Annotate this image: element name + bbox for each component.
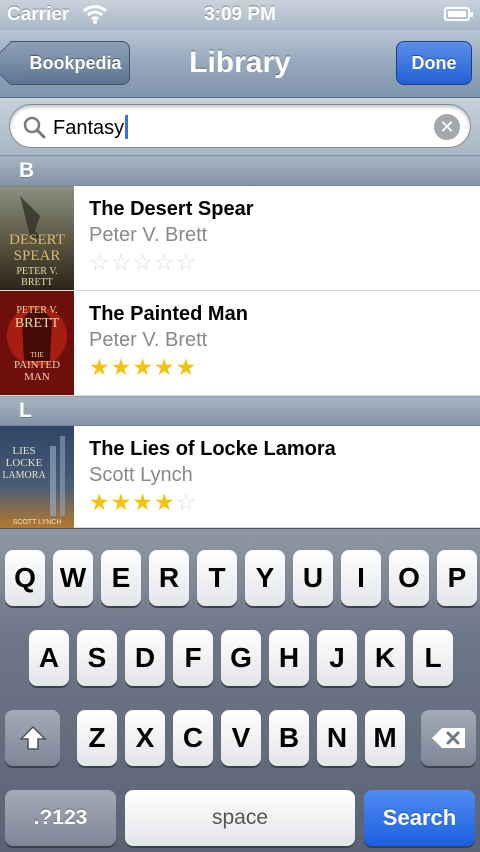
star-filled-icon: ★: [132, 354, 154, 380]
key-f[interactable]: F: [173, 630, 213, 686]
list-item-book[interactable]: DESERT SPEAR PETER V. BRETT The Desert S…: [0, 186, 480, 291]
backspace-icon: [431, 728, 465, 748]
star-filled-icon: ★: [89, 354, 111, 380]
list-item-book[interactable]: LIES LOCKE LAMORA SCOTT LYNCH The Lies o…: [0, 426, 480, 528]
key-n[interactable]: N: [317, 710, 357, 766]
space-key[interactable]: space: [125, 790, 355, 846]
key-d[interactable]: D: [125, 630, 165, 686]
svg-text:PETER V.: PETER V.: [16, 266, 57, 277]
star-empty-icon: ☆: [153, 249, 176, 275]
key-v[interactable]: V: [221, 710, 261, 766]
book-author: Peter V. Brett: [89, 224, 208, 246]
key-h[interactable]: H: [269, 630, 309, 686]
book-title: The Desert Spear: [89, 198, 254, 220]
svg-text:SPEAR: SPEAR: [14, 248, 61, 264]
battery-icon: [444, 7, 473, 21]
key-e[interactable]: E: [101, 550, 141, 606]
svg-text:PETER V.: PETER V.: [16, 305, 57, 316]
key-u[interactable]: U: [293, 550, 333, 606]
key-o[interactable]: O: [389, 550, 429, 606]
shift-key[interactable]: [5, 710, 60, 766]
star-filled-icon: ★: [89, 489, 111, 515]
text-cursor: [125, 115, 129, 139]
key-k[interactable]: K: [365, 630, 405, 686]
clock: 3:09 PM: [204, 4, 276, 25]
numbers-key[interactable]: .?123: [5, 790, 116, 846]
key-w[interactable]: W: [53, 550, 93, 606]
book-cover-image: PETER V. BRETT THE PAINTED MAN: [0, 291, 74, 395]
search-value: Fantasy: [53, 115, 129, 140]
search-bar: Fantasy ✕: [0, 98, 480, 156]
svg-text:BRETT: BRETT: [15, 316, 60, 331]
shift-icon: [18, 725, 47, 750]
star-filled-icon: ★: [110, 489, 133, 515]
book-title: The Lies of Locke Lamora: [89, 438, 336, 460]
star-empty-icon: ☆: [110, 249, 133, 275]
svg-text:BRETT: BRETT: [21, 277, 53, 288]
svg-text:THE: THE: [30, 351, 44, 359]
search-icon: [23, 116, 46, 139]
star-filled-icon: ★: [153, 354, 176, 380]
svg-text:DESERT: DESERT: [9, 232, 65, 248]
key-p[interactable]: P: [437, 550, 477, 606]
star-empty-icon: ☆: [175, 249, 198, 275]
key-g[interactable]: G: [221, 630, 261, 686]
key-r[interactable]: R: [149, 550, 189, 606]
star-empty-icon: ☆: [89, 249, 111, 275]
rating-stars: ★★★★★: [89, 355, 197, 379]
key-c[interactable]: C: [173, 710, 213, 766]
search-input[interactable]: Fantasy ✕: [9, 104, 471, 148]
key-l[interactable]: L: [413, 630, 453, 686]
svg-text:SCOTT LYNCH: SCOTT LYNCH: [13, 519, 62, 526]
section-header-l: L: [0, 396, 480, 426]
star-filled-icon: ★: [132, 489, 154, 515]
key-i[interactable]: I: [341, 550, 381, 606]
backspace-key[interactable]: [421, 710, 476, 766]
key-s[interactable]: S: [77, 630, 117, 686]
svg-text:LIES: LIES: [12, 445, 35, 457]
svg-text:PAINTED: PAINTED: [14, 359, 60, 371]
star-filled-icon: ★: [110, 354, 133, 380]
key-y[interactable]: Y: [245, 550, 285, 606]
key-t[interactable]: T: [197, 550, 237, 606]
book-cover-image: LIES LOCKE LAMORA SCOTT LYNCH: [0, 426, 74, 528]
key-q[interactable]: Q: [5, 550, 45, 606]
key-m[interactable]: M: [365, 710, 405, 766]
book-cover-image: DESERT SPEAR PETER V. BRETT: [0, 186, 74, 290]
key-j[interactable]: J: [317, 630, 357, 686]
key-x[interactable]: X: [125, 710, 165, 766]
search-key[interactable]: Search: [364, 790, 475, 846]
svg-text:LOCKE: LOCKE: [6, 457, 43, 469]
rating-stars: ☆☆☆☆☆: [89, 250, 197, 274]
key-b[interactable]: B: [269, 710, 309, 766]
book-title: The Painted Man: [89, 303, 248, 325]
key-a[interactable]: A: [29, 630, 69, 686]
navigation-bar: Bookpedia Library Done: [0, 30, 480, 98]
svg-text:LAMORA: LAMORA: [2, 470, 46, 481]
list-item-book[interactable]: PETER V. BRETT THE PAINTED MAN The Paint…: [0, 291, 480, 396]
back-button-label: Bookpedia: [29, 52, 122, 73]
star-empty-icon: ☆: [175, 489, 198, 515]
status-bar: Carrier 3:09 PM: [0, 0, 480, 30]
section-header-b: B: [0, 156, 480, 186]
clear-search-icon[interactable]: ✕: [434, 114, 460, 140]
book-author: Peter V. Brett: [89, 329, 208, 351]
key-z[interactable]: Z: [77, 710, 117, 766]
rating-stars: ★★★★☆: [89, 490, 197, 514]
book-author: Scott Lynch: [89, 464, 193, 486]
done-button[interactable]: Done: [396, 41, 472, 85]
star-filled-icon: ★: [175, 354, 198, 380]
star-filled-icon: ★: [153, 489, 176, 515]
svg-text:MAN: MAN: [24, 371, 50, 383]
star-empty-icon: ☆: [132, 249, 154, 275]
keyboard: QWERTYUIOP ASDFGHJKL ZXCVBNM .?123 space…: [0, 528, 480, 852]
